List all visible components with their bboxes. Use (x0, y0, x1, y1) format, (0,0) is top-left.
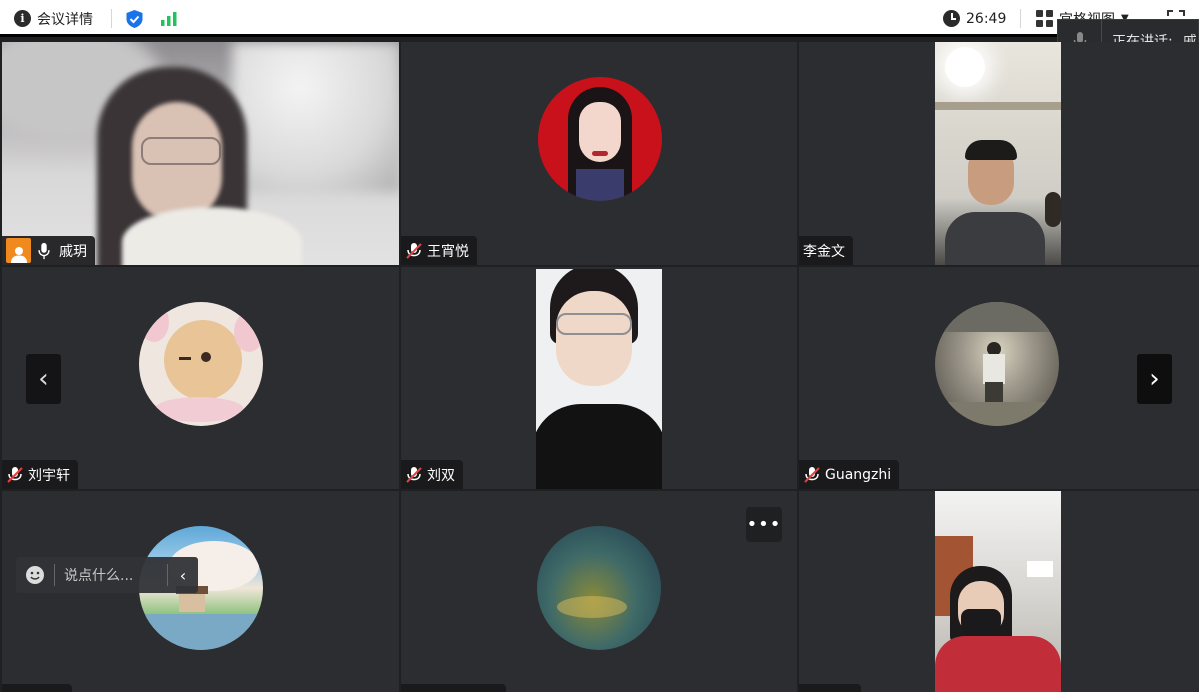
participant-nameplate (401, 684, 506, 692)
meeting-details-button[interactable]: i 会议详情 (14, 0, 93, 37)
video-tile-liushuang[interactable]: 刘双 (401, 267, 797, 489)
participant-name: 戚玥 (59, 243, 87, 260)
participant-nameplate: 李金文 (799, 236, 853, 265)
participant-video (935, 42, 1061, 265)
participant-nameplate: 刘宇轩 (2, 460, 78, 489)
participant-video (935, 491, 1061, 692)
more-options-button[interactable]: ••• (746, 507, 782, 542)
participant-avatar (538, 77, 662, 201)
divider (111, 9, 112, 28)
emoji-icon[interactable] (16, 565, 54, 585)
clock-icon (943, 10, 960, 27)
participant-name: 王宵悦 (427, 243, 469, 260)
participant-nameplate (799, 684, 861, 692)
chat-quick-input[interactable]: 说点什么... ‹ (16, 557, 198, 593)
chat-placeholder: 说点什么... (64, 568, 134, 584)
mic-muted-icon (7, 466, 23, 483)
signal-icon (161, 11, 177, 26)
participant-name: 刘宇轩 (28, 467, 70, 484)
host-icon (6, 238, 31, 263)
collapse-chevron-icon[interactable]: ‹ (168, 566, 198, 585)
participant-avatar (537, 526, 661, 650)
timer-text: 26:49 (966, 10, 1007, 27)
participant-nameplate: 戚玥 (2, 236, 95, 265)
meeting-timer: 26:49 (943, 0, 1006, 37)
video-tile-wangxiaoyue[interactable]: 王宵悦 (401, 42, 797, 265)
participant-nameplate: 王宵悦 (401, 236, 477, 265)
participant-nameplate (2, 684, 72, 692)
video-tile-row3-3[interactable] (799, 491, 1199, 692)
participant-video (536, 269, 662, 489)
participant-video (2, 42, 399, 265)
shield-icon (126, 9, 143, 28)
mic-icon (38, 242, 50, 259)
video-tile-qiyue[interactable]: 戚玥 (2, 42, 399, 265)
divider (1020, 9, 1021, 28)
mic-muted-icon (406, 466, 422, 483)
participant-avatar (139, 302, 263, 426)
next-page-button[interactable]: › (1137, 354, 1172, 404)
network-signal[interactable] (160, 0, 178, 37)
video-tile-guangzhi[interactable]: › Guangzhi (799, 267, 1199, 489)
participant-avatar (935, 302, 1059, 426)
video-tile-lijinwen[interactable]: 李金文 (799, 42, 1199, 265)
chevron-right-icon: › (1149, 364, 1160, 394)
mic-muted-icon (804, 466, 820, 483)
mic-muted-icon (406, 242, 422, 259)
security-shield[interactable] (125, 0, 144, 37)
video-tile-liuyuxuan[interactable]: ‹ 刘宇轩 (2, 267, 399, 489)
participant-name: 李金文 (803, 243, 845, 260)
chevron-left-icon: ‹ (38, 364, 49, 394)
meeting-details-label: 会议详情 (37, 11, 93, 28)
top-bar: i 会议详情 26:49 宫格视图 ▼ (0, 0, 1199, 37)
more-icon: ••• (746, 514, 782, 535)
participant-nameplate: Guangzhi (799, 460, 900, 489)
video-tile-row3-2[interactable] (401, 491, 797, 692)
participant-name: Guangzhi (825, 466, 892, 483)
divider (54, 564, 55, 586)
info-icon: i (14, 10, 31, 27)
participant-name: 刘双 (427, 467, 455, 484)
participant-nameplate: 刘双 (401, 460, 463, 489)
grid-view-icon (1036, 10, 1053, 27)
prev-page-button[interactable]: ‹ (26, 354, 61, 404)
